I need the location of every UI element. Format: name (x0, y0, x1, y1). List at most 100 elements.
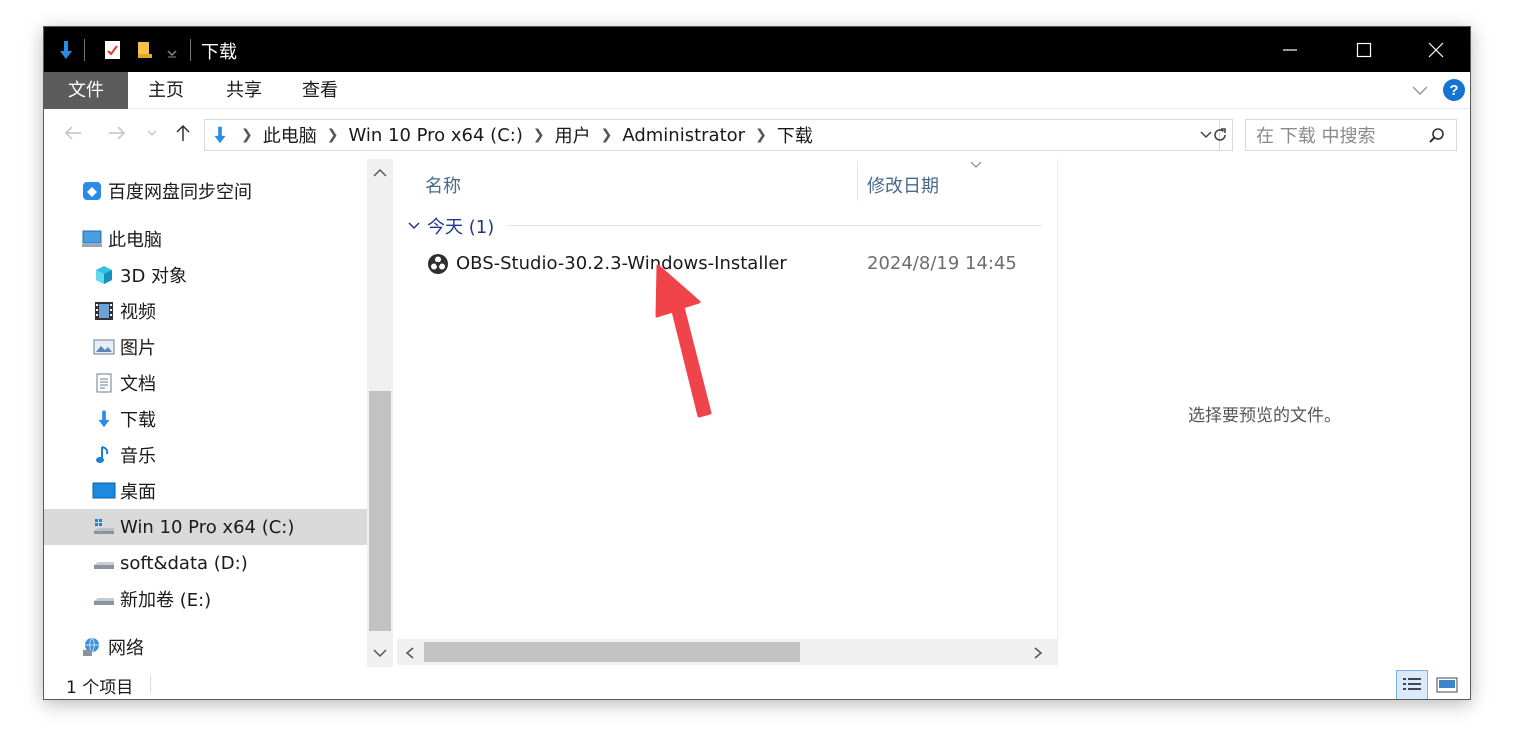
file-modified-date: 2024/8/19 14:45 (867, 253, 1017, 274)
help-button[interactable]: ? (1442, 78, 1466, 106)
tab-view[interactable]: 查看 (294, 72, 346, 109)
svg-text:?: ? (1449, 82, 1458, 99)
tab-home[interactable]: 主页 (140, 72, 192, 109)
properties-icon[interactable] (102, 27, 124, 72)
sidebar-item-baidu-netdisk[interactable]: 百度网盘同步空间 (44, 173, 367, 209)
chevron-right-icon[interactable]: ❯ (327, 127, 339, 143)
tab-file[interactable]: 文件 (44, 72, 128, 109)
back-button[interactable] (58, 117, 88, 149)
baidu-netdisk-icon (80, 179, 104, 203)
desktop-icon (92, 479, 116, 503)
search-icon[interactable] (1428, 127, 1446, 145)
chevron-right-icon: ❯ (241, 127, 253, 143)
scrollbar-thumb[interactable] (424, 642, 800, 662)
group-divider (507, 225, 1042, 226)
breadcrumb-users[interactable]: 用户 (555, 122, 591, 148)
expand-ribbon-button[interactable] (1410, 80, 1430, 104)
picture-icon (92, 335, 116, 359)
preview-message: 选择要预览的文件。 (1188, 406, 1341, 426)
file-row[interactable]: OBS-Studio-30.2.3-Windows-Installer 2024… (397, 247, 1047, 281)
sidebar-item-label: 百度网盘同步空间 (108, 182, 252, 203)
sidebar-item-network[interactable]: 网络 (44, 629, 367, 665)
sidebar-item-videos[interactable]: 视频 (44, 293, 367, 329)
arrow-right-icon (109, 126, 126, 140)
music-icon (92, 443, 116, 467)
sidebar-item-e-drive[interactable]: 新加卷 (E:) (44, 581, 367, 617)
breadcrumb-downloads[interactable]: 下载 (777, 122, 813, 148)
sidebar-item-label: 下载 (120, 410, 156, 431)
folder-icon[interactable] (134, 27, 156, 72)
sidebar-item-desktop[interactable]: 桌面 (44, 473, 367, 509)
search-placeholder: 在 下载 中搜索 (1256, 126, 1376, 147)
divider (150, 675, 151, 693)
refresh-button[interactable] (1207, 119, 1233, 151)
sidebar-item-music[interactable]: 音乐 (44, 437, 367, 473)
drive-icon (92, 551, 116, 575)
tab-share[interactable]: 共享 (218, 72, 270, 109)
sidebar-item-label: 3D 对象 (120, 266, 188, 287)
sidebar-item-pictures[interactable]: 图片 (44, 329, 367, 365)
item-count: 1 个项目 (66, 678, 134, 698)
details-view-button[interactable] (1396, 670, 1428, 699)
large-icons-view-icon (1436, 677, 1458, 693)
dropdown-icon[interactable] (164, 27, 180, 72)
close-icon (1428, 42, 1444, 57)
breadcrumb-administrator[interactable]: Administrator (622, 125, 745, 146)
address-bar[interactable]: ❯ 此电脑 ❯ Win 10 Pro x64 (C:) ❯ 用户 ❯ Admin… (204, 119, 1220, 151)
chevron-right-icon[interactable]: ❯ (755, 127, 767, 143)
chevron-down-icon[interactable] (372, 645, 388, 664)
chevron-down-icon (147, 130, 157, 136)
column-header-name[interactable]: 名称 (425, 167, 461, 207)
sidebar-item-3d-objects[interactable]: 3D 对象 (44, 257, 367, 293)
chevron-up-icon[interactable] (372, 165, 388, 184)
chevron-right-icon[interactable]: ❯ (601, 127, 613, 143)
sidebar-item-d-drive[interactable]: soft&data (D:) (44, 545, 367, 581)
file-explorer-window: 下载 文件 主页 共享 查看 ? ❯ 此电脑 ❯ Win 10 Pro x64 … (43, 26, 1471, 700)
file-name: OBS-Studio-30.2.3-Windows-Installer (456, 253, 787, 274)
download-icon (92, 407, 116, 431)
network-icon (80, 635, 104, 659)
preview-pane: 选择要预览的文件。 (1057, 159, 1470, 667)
group-label: 今天 (1) (427, 217, 495, 238)
breadcrumb-this-pc[interactable]: 此电脑 (263, 122, 317, 148)
sidebar-item-c-drive[interactable]: Win 10 Pro x64 (C:) (44, 509, 367, 545)
sidebar-item-label: 文档 (120, 374, 156, 395)
address-row: ❯ 此电脑 ❯ Win 10 Pro x64 (C:) ❯ 用户 ❯ Admin… (44, 109, 1470, 159)
group-header-today[interactable]: 今天 (1) (407, 211, 494, 241)
sort-indicator-icon (969, 155, 983, 174)
column-divider[interactable] (857, 161, 858, 201)
forward-button[interactable] (102, 117, 132, 149)
maximize-button[interactable] (1328, 27, 1400, 72)
download-icon (209, 124, 231, 146)
recent-locations-button[interactable] (142, 117, 162, 149)
sidebar-item-documents[interactable]: 文档 (44, 365, 367, 401)
chevron-right-icon[interactable] (1031, 645, 1045, 664)
column-header-modified[interactable]: 修改日期 (867, 167, 939, 207)
minimize-button[interactable] (1254, 27, 1326, 72)
large-icons-view-button[interactable] (1431, 670, 1463, 699)
sidebar-item-label: soft&data (D:) (120, 552, 248, 574)
close-button[interactable] (1400, 27, 1470, 72)
file-list-scrollbar[interactable] (397, 639, 1057, 665)
cube-icon (92, 263, 116, 287)
system-drive-icon (92, 515, 116, 539)
sidebar-item-this-pc[interactable]: 此电脑 (44, 221, 367, 257)
quick-access-download-icon[interactable] (54, 27, 78, 72)
details-view-icon (1403, 678, 1421, 690)
search-input[interactable]: 在 下载 中搜索 (1245, 119, 1457, 151)
chevron-left-icon[interactable] (403, 645, 417, 664)
sidebar-item-downloads[interactable]: 下载 (44, 401, 367, 437)
refresh-icon (1213, 128, 1226, 141)
up-button[interactable] (168, 117, 198, 149)
breadcrumb-c-drive[interactable]: Win 10 Pro x64 (C:) (348, 125, 522, 146)
sidebar-item-label: Win 10 Pro x64 (C:) (120, 516, 295, 538)
file-list: 名称 修改日期 今天 (1) OBS-Studio-30.2.3-Windows… (397, 159, 1057, 667)
video-icon (92, 299, 116, 323)
sidebar-item-label: 音乐 (120, 446, 156, 467)
scrollbar-thumb[interactable] (369, 391, 391, 631)
title-bar: 下载 (44, 27, 1470, 72)
sidebar-item-label: 图片 (120, 338, 156, 359)
chevron-right-icon[interactable]: ❯ (533, 127, 545, 143)
navigation-pane: 百度网盘同步空间 此电脑 3D 对象 视频 图片 文档 下载 音乐 桌面 Win… (44, 159, 367, 667)
navigation-scrollbar[interactable] (367, 159, 393, 667)
